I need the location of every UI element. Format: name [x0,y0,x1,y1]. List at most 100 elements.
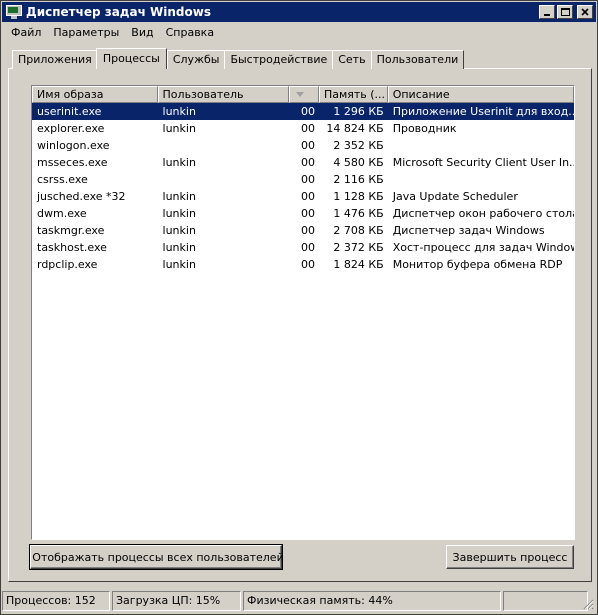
cell-image-name: userinit.exe [37,105,102,118]
cell-user: lunkin [162,258,196,271]
minimize-button[interactable] [539,5,555,19]
column-header-description[interactable]: Описание [387,86,574,103]
cell-image-name: rdpclip.exe [37,258,98,271]
status-memory: Физическая память: 44% [243,591,501,611]
cell-cpu: 00 [300,139,315,152]
tab-processes[interactable]: Процессы [95,48,167,69]
column-header-user[interactable]: Пользователь [157,86,290,103]
cell-memory: 2 116 КБ [333,173,384,186]
cell-memory: 2 352 КБ [333,139,384,152]
cell-memory: 2 708 КБ [333,224,384,237]
status-cpu: Загрузка ЦП: 15% [112,591,241,611]
tab-services[interactable]: Службы [166,50,226,69]
close-button[interactable] [577,5,593,19]
tab-applications[interactable]: Приложения [12,50,98,69]
table-row[interactable]: dwm.exe lunkin 00 1 476 КБ Диспетчер окон ра… [32,205,574,222]
cell-description: Java Update Scheduler [392,190,518,203]
cell-description: Диспетчер окон рабочего стола [392,207,574,220]
table-row[interactable]: jusched.exe *32 lunkin 00 1 128 КБ Java Upda… [32,188,574,205]
window-title: Диспетчер задач Windows [26,5,211,19]
status-extra-pane [503,591,588,611]
cell-image-name: taskmgr.exe [37,224,105,237]
menu-options[interactable]: Параметры [47,26,125,39]
cell-cpu: 00 [300,224,315,237]
cell-image-name: winlogon.exe [37,139,110,152]
menu-bar: Файл Параметры Вид Справка [5,23,220,41]
menu-view[interactable]: Вид [125,26,159,39]
task-manager-window: Диспетчер задач Windows Файл Параметры В… [0,0,598,615]
table-row[interactable]: rdpclip.exe lunkin 00 1 824 КБ Монитор буфер… [32,256,574,273]
cell-description [388,171,574,188]
cell-user: lunkin [162,156,196,169]
cell-user: lunkin [162,105,196,118]
minimize-icon [544,14,550,16]
cell-memory: 4 580 КБ [333,156,384,169]
end-process-button[interactable]: Завершить процесс [446,545,574,569]
cell-memory: 1 476 КБ [333,207,384,220]
cell-description: Хост-процесс для задач Windows [392,241,574,254]
title-bar[interactable]: Диспетчер задач Windows [2,2,596,22]
process-list[interactable]: Имя образа Пользователь Память (... Опис… [31,85,575,540]
column-header-cpu[interactable] [289,86,319,103]
cell-cpu: 00 [300,258,315,271]
table-row[interactable]: msseces.exe lunkin 00 4 580 КБ Microsoft Sec… [32,154,574,171]
cell-cpu: 00 [300,207,315,220]
cell-description: Приложение Userinit для вход... [392,105,574,118]
cell-description [388,137,574,154]
tab-strip: Приложения Процессы Службы Быстродействи… [12,48,465,69]
cell-description: Диспетчер задач Windows [392,224,545,237]
cell-cpu: 00 [300,105,315,118]
cell-image-name: msseces.exe [37,156,108,169]
resize-grip-icon[interactable] [582,598,594,610]
cell-cpu: 00 [300,190,315,203]
task-manager-icon [6,5,22,19]
cell-description: Microsoft Security Client User In... [392,156,574,169]
cell-memory: 1 128 КБ [333,190,384,203]
cell-user: lunkin [162,224,196,237]
table-row[interactable]: explorer.exe lunkin 00 14 824 КБ Проводник [32,120,574,137]
table-row[interactable]: winlogon.exe 00 2 352 КБ [32,137,574,154]
cell-user: lunkin [162,190,196,203]
table-row[interactable]: csrss.exe 00 2 116 КБ [32,171,574,188]
status-processes: Процессов: 152 [2,591,110,611]
cell-cpu: 00 [300,156,315,169]
cell-user: lunkin [162,122,196,135]
cell-image-name: taskhost.exe [37,241,107,254]
tab-users[interactable]: Пользователи [370,50,465,69]
cell-user [158,171,290,188]
cell-user: lunkin [162,241,196,254]
cell-user: lunkin [162,207,196,220]
show-all-processes-label: Отображать процессы всех пользователей [32,550,284,564]
column-headers: Имя образа Пользователь Память (... Опис… [32,86,574,103]
cell-description: Проводник [392,122,457,135]
table-row[interactable]: userinit.exe lunkin 00 1 296 КБ Приложение U… [32,103,574,120]
sort-descending-icon [296,92,305,97]
menu-file[interactable]: Файл [5,26,47,39]
cell-image-name: dwm.exe [37,207,87,220]
tab-performance[interactable]: Быстродействие [224,50,334,69]
cell-image-name: csrss.exe [37,173,88,186]
close-icon [581,8,589,16]
column-header-memory[interactable]: Память (... [318,86,388,103]
cell-user [158,137,290,154]
cell-memory: 14 824 КБ [326,122,384,135]
table-row[interactable]: taskhost.exe lunkin 00 2 372 КБ Хост-процесс… [32,239,574,256]
process-rows: userinit.exe lunkin 00 1 296 КБ Приложение U… [32,103,574,273]
cell-cpu: 00 [300,122,315,135]
cell-description: Монитор буфера обмена RDP [392,258,563,271]
maximize-icon [561,8,570,16]
menu-help[interactable]: Справка [160,26,220,39]
cell-cpu: 00 [300,241,315,254]
cell-cpu: 00 [300,173,315,186]
show-all-processes-button[interactable]: Отображать процессы всех пользователей [29,544,284,570]
column-header-image-name[interactable]: Имя образа [32,86,158,103]
maximize-button[interactable] [557,5,573,19]
cell-memory: 2 372 КБ [333,241,384,254]
tab-networking[interactable]: Сеть [332,50,372,69]
cell-memory: 1 296 КБ [333,105,384,118]
cell-memory: 1 824 КБ [333,258,384,271]
table-row[interactable]: taskmgr.exe lunkin 00 2 708 КБ Диспетчер зад… [32,222,574,239]
status-bar: Процессов: 152 Загрузка ЦП: 15% Физическ… [2,591,596,612]
cell-image-name: explorer.exe [37,122,105,135]
cell-image-name: jusched.exe *32 [37,190,126,203]
